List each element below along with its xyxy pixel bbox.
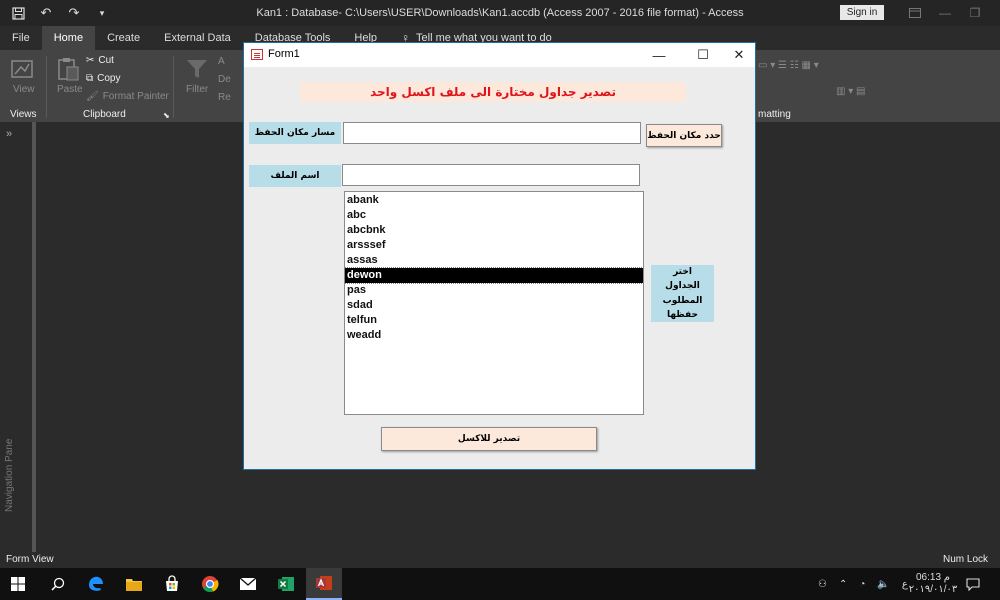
- form-icon: [251, 49, 263, 60]
- formatting-tools-row2[interactable]: ▥ ▾ ▤: [836, 86, 865, 97]
- list-item[interactable]: sdad: [345, 298, 643, 313]
- tab-file[interactable]: File: [0, 26, 42, 50]
- views-group: View Views: [0, 50, 45, 122]
- expand-nav-icon[interactable]: »: [6, 128, 12, 140]
- paste-button[interactable]: Paste: [57, 84, 83, 95]
- edge-browser-icon[interactable]: [78, 568, 114, 600]
- save-path-label: مسار مكان الحفظ: [249, 122, 341, 144]
- save-icon[interactable]: [10, 5, 26, 21]
- clipboard-group-label: Clipboard: [83, 109, 126, 120]
- formatting-tools[interactable]: ▭ ▾ ☰ ☷ ▦ ▾: [758, 60, 819, 71]
- tab-home[interactable]: Home: [41, 26, 96, 50]
- view-button[interactable]: View: [13, 84, 35, 95]
- app-title-bar: ↶ ↷ ▾ Kan1 : Database- C:\Users\USER\Dow…: [0, 0, 1000, 26]
- clock-date: ٢٠١٩/٠١/٠٣: [908, 584, 958, 595]
- form-maximize-icon[interactable]: ☐: [688, 45, 718, 65]
- file-explorer-icon[interactable]: [116, 568, 152, 600]
- export-to-excel-button[interactable]: تصدير للاكسل: [381, 427, 597, 451]
- status-num-lock: Num Lock: [942, 554, 988, 565]
- ribbon-display-options-icon[interactable]: [900, 3, 930, 23]
- restore-icon[interactable]: ❐: [960, 3, 990, 23]
- network-icon[interactable]: ◔: [859, 579, 865, 590]
- paste-icon[interactable]: [55, 56, 83, 84]
- chrome-icon[interactable]: [192, 568, 228, 600]
- file-name-label: اسم الملف: [249, 165, 341, 187]
- show-hidden-icons-icon[interactable]: ⌃: [839, 579, 847, 590]
- people-icon[interactable]: ⚇: [818, 579, 827, 590]
- quick-access-toolbar: ↶ ↷ ▾: [0, 0, 110, 26]
- form1-window: Form1 — ☐ ✕ تصدير جداول مختارة الى ملف ا…: [243, 42, 756, 470]
- descending-button[interactable]: De: [218, 74, 231, 85]
- clipboard-launcher-icon[interactable]: ⬊: [163, 111, 170, 120]
- form-heading: تصدير جداول مختارة الى ملف اكسل واحد: [300, 82, 686, 102]
- list-item[interactable]: pas: [345, 283, 643, 298]
- access-icon[interactable]: [306, 568, 342, 600]
- paintbrush-icon: 🖌: [86, 91, 99, 102]
- clock[interactable]: 06:13 م ٢٠١٩/٠١/٠٣: [909, 568, 958, 600]
- list-item[interactable]: abc: [345, 208, 643, 223]
- filter-button[interactable]: Filter: [186, 84, 208, 95]
- form-minimize-icon[interactable]: —: [644, 45, 674, 65]
- file-name-input[interactable]: [342, 164, 640, 186]
- format-painter-button[interactable]: 🖌 Format Painter: [86, 91, 169, 102]
- list-item[interactable]: abcbnk: [345, 223, 643, 238]
- tables-listbox[interactable]: abank abc abcbnk arsssef assas dewon pas…: [344, 191, 644, 415]
- choose-location-button[interactable]: حدد مكان الحفظ: [646, 124, 722, 147]
- ascending-button[interactable]: A: [218, 56, 225, 67]
- scissors-icon: ✂: [86, 55, 95, 66]
- status-view-mode: Form View: [6, 554, 54, 565]
- excel-icon[interactable]: [268, 568, 304, 600]
- store-icon[interactable]: [154, 568, 190, 600]
- clock-time: 06:13 م: [915, 572, 950, 583]
- search-icon[interactable]: [40, 568, 76, 600]
- navigation-pane[interactable]: » Navigation Pane: [0, 122, 36, 552]
- views-group-label: Views: [10, 109, 37, 120]
- input-language[interactable]: ع: [902, 579, 908, 590]
- list-item[interactable]: telfun: [345, 313, 643, 328]
- list-item[interactable]: abank: [345, 193, 643, 208]
- list-item[interactable]: weadd: [345, 328, 643, 343]
- sign-in-button[interactable]: Sign in: [840, 5, 884, 20]
- redo-icon[interactable]: ↷: [66, 5, 82, 21]
- text-formatting-group: ▭ ▾ ☰ ☷ ▦ ▾ ▥ ▾ ▤ matting: [756, 50, 1000, 122]
- list-item[interactable]: assas: [345, 253, 643, 268]
- list-item[interactable]: arsssef: [345, 238, 643, 253]
- filter-icon[interactable]: [184, 56, 212, 84]
- save-path-input[interactable]: [343, 122, 641, 144]
- form-title: Form1: [268, 48, 300, 60]
- clipboard-group: Paste ✂ Cut ⧉ Copy 🖌 Format Painter Clip…: [47, 50, 172, 122]
- undo-icon[interactable]: ↶: [38, 5, 54, 21]
- view-icon[interactable]: [9, 56, 37, 84]
- tables-label: اختر الجداول المطلوب حفظها: [651, 265, 714, 322]
- windows-start-icon[interactable]: [0, 568, 36, 600]
- cut-button[interactable]: ✂ Cut: [86, 55, 114, 66]
- tab-external-data[interactable]: External Data: [152, 26, 243, 50]
- form-title-bar: Form1 — ☐ ✕: [244, 43, 755, 67]
- mail-icon[interactable]: [230, 568, 266, 600]
- system-tray: ⚇ ⌃ ◔ 🔈 ع: [818, 568, 908, 600]
- windows-taskbar: ⚇ ⌃ ◔ 🔈 ع 06:13 م ٢٠١٩/٠١/٠٣: [0, 568, 1000, 600]
- customize-toolbar-icon[interactable]: ▾: [94, 5, 110, 21]
- minimize-icon[interactable]: —: [930, 3, 960, 23]
- tab-create[interactable]: Create: [95, 26, 152, 50]
- copy-icon: ⧉: [86, 73, 94, 84]
- remove-sort-button[interactable]: Re: [218, 92, 231, 103]
- action-center-icon[interactable]: [966, 568, 980, 600]
- status-bar: Form View Num Lock: [0, 552, 1000, 568]
- navigation-pane-label: Navigation Pane: [4, 438, 15, 512]
- sort-filter-group: Filter A De Re: [174, 50, 244, 122]
- list-item-selected[interactable]: dewon: [345, 267, 643, 284]
- form-close-icon[interactable]: ✕: [724, 45, 754, 65]
- copy-button[interactable]: ⧉ Copy: [86, 73, 121, 84]
- text-formatting-label: matting: [758, 109, 791, 120]
- volume-icon[interactable]: 🔈: [877, 579, 889, 590]
